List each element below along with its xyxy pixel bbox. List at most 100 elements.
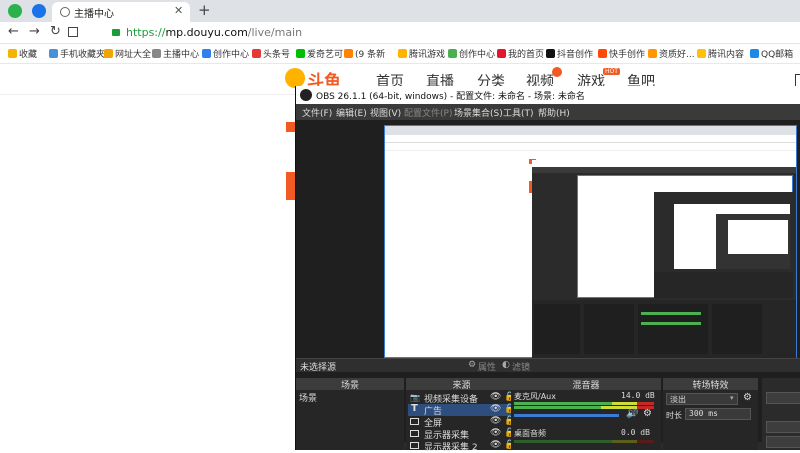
iqiyi-icon — [296, 49, 305, 58]
gear-icon[interactable]: ⚙ — [643, 408, 652, 419]
browser-tab-bar: 主播中心 ✕ + — [0, 0, 800, 22]
video-badge-icon — [552, 67, 562, 77]
source-item[interactable]: 全屏 👁 🔒 — [408, 416, 515, 429]
creator-icon — [202, 49, 211, 58]
transition-select[interactable]: 淡出 ▾ — [666, 393, 738, 405]
bookmark-item[interactable]: 手机收藏夹 — [49, 47, 105, 60]
url-path: /live/main — [247, 26, 303, 39]
nested-tabbar — [385, 126, 796, 135]
bookmark-item[interactable]: 腾讯游戏 — [398, 47, 445, 60]
mixer-channel-db: 0.0 dB — [621, 428, 650, 437]
bookmark-item[interactable]: 抖音创作 — [546, 47, 593, 60]
eye-icon[interactable]: 👁 — [490, 428, 501, 438]
bookmark-item[interactable]: 收藏 — [8, 47, 37, 60]
scenes-list: 场景 — [296, 390, 404, 450]
tab-active[interactable]: 主播中心 ✕ — [52, 2, 190, 22]
bookmark-item[interactable]: 资质好... — [648, 47, 695, 60]
bookmark-label: 腾讯内容 — [708, 50, 745, 60]
duration-value: 300 ms — [689, 409, 718, 418]
mixer-channel-name: 桌面音频 — [514, 429, 546, 438]
eye-icon[interactable]: 👁 — [490, 440, 501, 450]
extension-icon[interactable] — [32, 4, 46, 18]
nested-bookmarks — [385, 143, 796, 151]
browser-logo-icon[interactable] — [8, 4, 22, 18]
bookmark-item[interactable]: 腾讯内容 — [697, 47, 744, 60]
bookmark-label: 抖音创作 — [557, 50, 594, 60]
preview-canvas — [384, 125, 797, 358]
star-icon — [8, 49, 17, 58]
lock-icon — [112, 29, 120, 36]
eye-icon[interactable]: 👁 — [490, 392, 501, 402]
monitor-icon — [410, 418, 419, 425]
toutiao-icon — [252, 49, 261, 58]
control-button[interactable] — [766, 392, 800, 404]
bookmark-item[interactable]: (9 条新 — [344, 47, 385, 60]
volume-slider[interactable] — [514, 414, 619, 417]
home-icon[interactable] — [68, 27, 78, 37]
duration-input[interactable]: 300 ms — [685, 408, 751, 420]
url-field[interactable]: https://mp.douyu.com/live/main — [90, 24, 790, 42]
url-host: mp.douyu.com — [165, 26, 248, 39]
bookmark-label: 资质好... — [659, 50, 695, 60]
menu-profile[interactable]: 配置文件(P) — [404, 106, 452, 119]
mixer-header: 混音器 — [511, 378, 661, 391]
weibo-icon — [344, 49, 353, 58]
menu-file[interactable]: 文件(F) — [302, 106, 332, 119]
source-item[interactable]: 显示器采集 👁 🔒 — [408, 428, 515, 441]
douyu-logo[interactable]: 斗鱼 — [285, 68, 355, 92]
bookmark-label: 快手创作 — [609, 50, 646, 60]
camera-icon: 📷 — [410, 393, 420, 402]
source-item[interactable]: 显示器采集 2 👁 🔒 — [408, 440, 515, 453]
tab-title: 主播中心 — [74, 9, 114, 20]
text-icon: T — [411, 403, 418, 414]
source-name: 显示器采集 2 — [424, 443, 478, 453]
bookmark-label: 手机收藏夹 — [60, 50, 106, 60]
reload-icon[interactable]: ↻ — [50, 24, 61, 39]
source-item-selected[interactable]: T 广告 👁 🔒 — [408, 403, 515, 417]
bookmark-item[interactable]: 创作中心 — [448, 47, 495, 60]
globe-icon — [152, 49, 161, 58]
menu-help[interactable]: 帮助(H) — [538, 106, 570, 119]
back-icon[interactable]: ← — [8, 24, 19, 39]
globe-icon — [104, 49, 113, 58]
volume-meter — [514, 402, 654, 405]
tencent-icon — [697, 49, 706, 58]
scene-item[interactable]: 场景 — [299, 391, 317, 404]
url-text: https://mp.douyu.com/live/main — [126, 26, 302, 39]
forward-icon[interactable]: → — [29, 24, 40, 39]
menu-view[interactable]: 视图(V) — [370, 106, 401, 119]
url-scheme: https:// — [126, 26, 166, 39]
control-button[interactable] — [766, 421, 800, 433]
speaker-icon[interactable]: 🔊 — [626, 408, 638, 419]
tab-close-icon[interactable]: ✕ — [174, 4, 183, 17]
menu-scene-collection[interactable]: 场景集合(S) — [454, 106, 503, 119]
globe-icon — [60, 7, 70, 17]
new-tab-button[interactable]: + — [198, 1, 211, 19]
eye-icon[interactable]: 👁 — [490, 416, 501, 426]
eye-icon[interactable]: 👁 — [490, 404, 501, 414]
filters-button[interactable]: 滤镜 — [512, 360, 530, 373]
bookmark-item[interactable]: 创作中心 — [202, 47, 249, 60]
bookmark-item[interactable]: 头条号 — [252, 47, 290, 60]
bookmark-label: (9 条新 — [355, 50, 386, 60]
bookmark-item[interactable]: 我的首页 — [497, 47, 544, 60]
properties-button[interactable]: 属性 — [478, 360, 496, 373]
bookmark-item[interactable]: 主播中心 — [152, 47, 199, 60]
menu-tools[interactable]: 工具(T) — [503, 106, 534, 119]
bookmark-item[interactable]: 快手创作 — [598, 47, 645, 60]
scenes-header: 场景 — [296, 378, 404, 391]
bookmark-item[interactable]: QQ邮箱 — [750, 47, 793, 60]
transition-value: 淡出 — [670, 395, 686, 404]
transitions-panel: 淡出 ▾ ⚙ 时长 300 ms — [663, 390, 758, 450]
bookmark-label: 创作中心 — [459, 50, 496, 60]
bookmark-label: 网址大全 — [115, 50, 152, 60]
obs-window: OBS 26.1.1 (64-bit, windows) - 配置文件: 未命名… — [295, 86, 800, 453]
gear-icon[interactable]: ⚙ — [743, 392, 752, 403]
control-button[interactable] — [766, 436, 800, 448]
bookmark-item[interactable]: 爱奇艺可 — [296, 47, 343, 60]
obs-title: OBS 26.1.1 (64-bit, windows) - 配置文件: 未命名… — [316, 92, 585, 102]
bookmark-item[interactable]: 网址大全 — [104, 47, 151, 60]
source-item[interactable]: 📷 视频采集设备 👁 🔒 — [408, 392, 515, 405]
source-toolbar: 未选择源 ⚙ 属性 ◐ 滤镜 — [296, 358, 800, 373]
menu-edit[interactable]: 编辑(E) — [336, 106, 367, 119]
